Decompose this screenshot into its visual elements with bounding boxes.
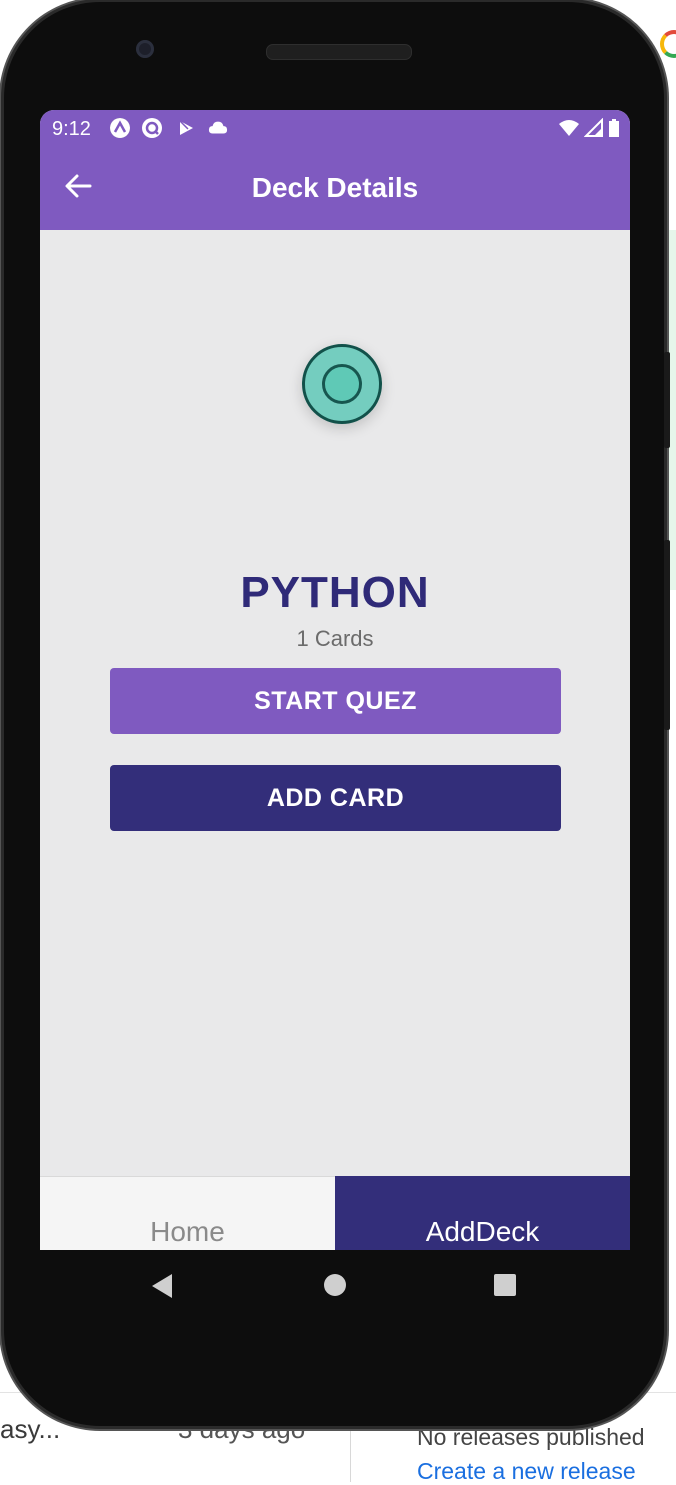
volume-button xyxy=(664,352,670,448)
play-store-icon xyxy=(176,118,196,138)
front-camera xyxy=(136,40,154,58)
home-circle-icon[interactable] xyxy=(324,1274,346,1296)
system-navigation-bar xyxy=(40,1250,630,1320)
start-quiz-button[interactable]: START QUEZ xyxy=(110,668,561,734)
wifi-icon xyxy=(558,118,580,143)
expo-icon xyxy=(110,118,130,138)
loading-spinner xyxy=(302,344,382,424)
app-header: Deck Details xyxy=(40,146,630,230)
card-count: 1 Cards xyxy=(296,626,374,651)
spinner-dot xyxy=(322,364,362,404)
deck-title: PYTHON xyxy=(240,568,430,617)
status-indicators xyxy=(558,117,620,143)
back-triangle-icon[interactable] xyxy=(152,1274,172,1298)
earpiece-speaker xyxy=(266,44,412,60)
bottom-tab-bar: Home AddDeck xyxy=(40,1176,630,1250)
tab-add-deck[interactable]: AddDeck xyxy=(335,1176,630,1250)
power-button xyxy=(664,540,670,730)
signal-icon xyxy=(583,117,604,143)
status-time: 9:12 xyxy=(52,118,91,140)
background-releases-text: No releases published xyxy=(417,1424,645,1450)
status-bar: 9:12 xyxy=(40,110,630,146)
cloud-icon xyxy=(208,118,228,138)
add-card-button[interactable]: ADD CARD xyxy=(110,765,561,831)
google-icon xyxy=(660,30,676,58)
app-screen: 9:12 Deck Details PYTHON 1 Cards START Q… xyxy=(40,110,630,1250)
create-release-link[interactable]: Create a new release xyxy=(417,1458,636,1485)
page-title: Deck Details xyxy=(251,172,419,203)
recents-square-icon[interactable] xyxy=(494,1274,516,1296)
background-file-name: asy... xyxy=(0,1414,61,1444)
tab-home[interactable]: Home xyxy=(40,1176,335,1250)
battery-icon xyxy=(608,118,620,143)
at-icon xyxy=(142,118,162,138)
